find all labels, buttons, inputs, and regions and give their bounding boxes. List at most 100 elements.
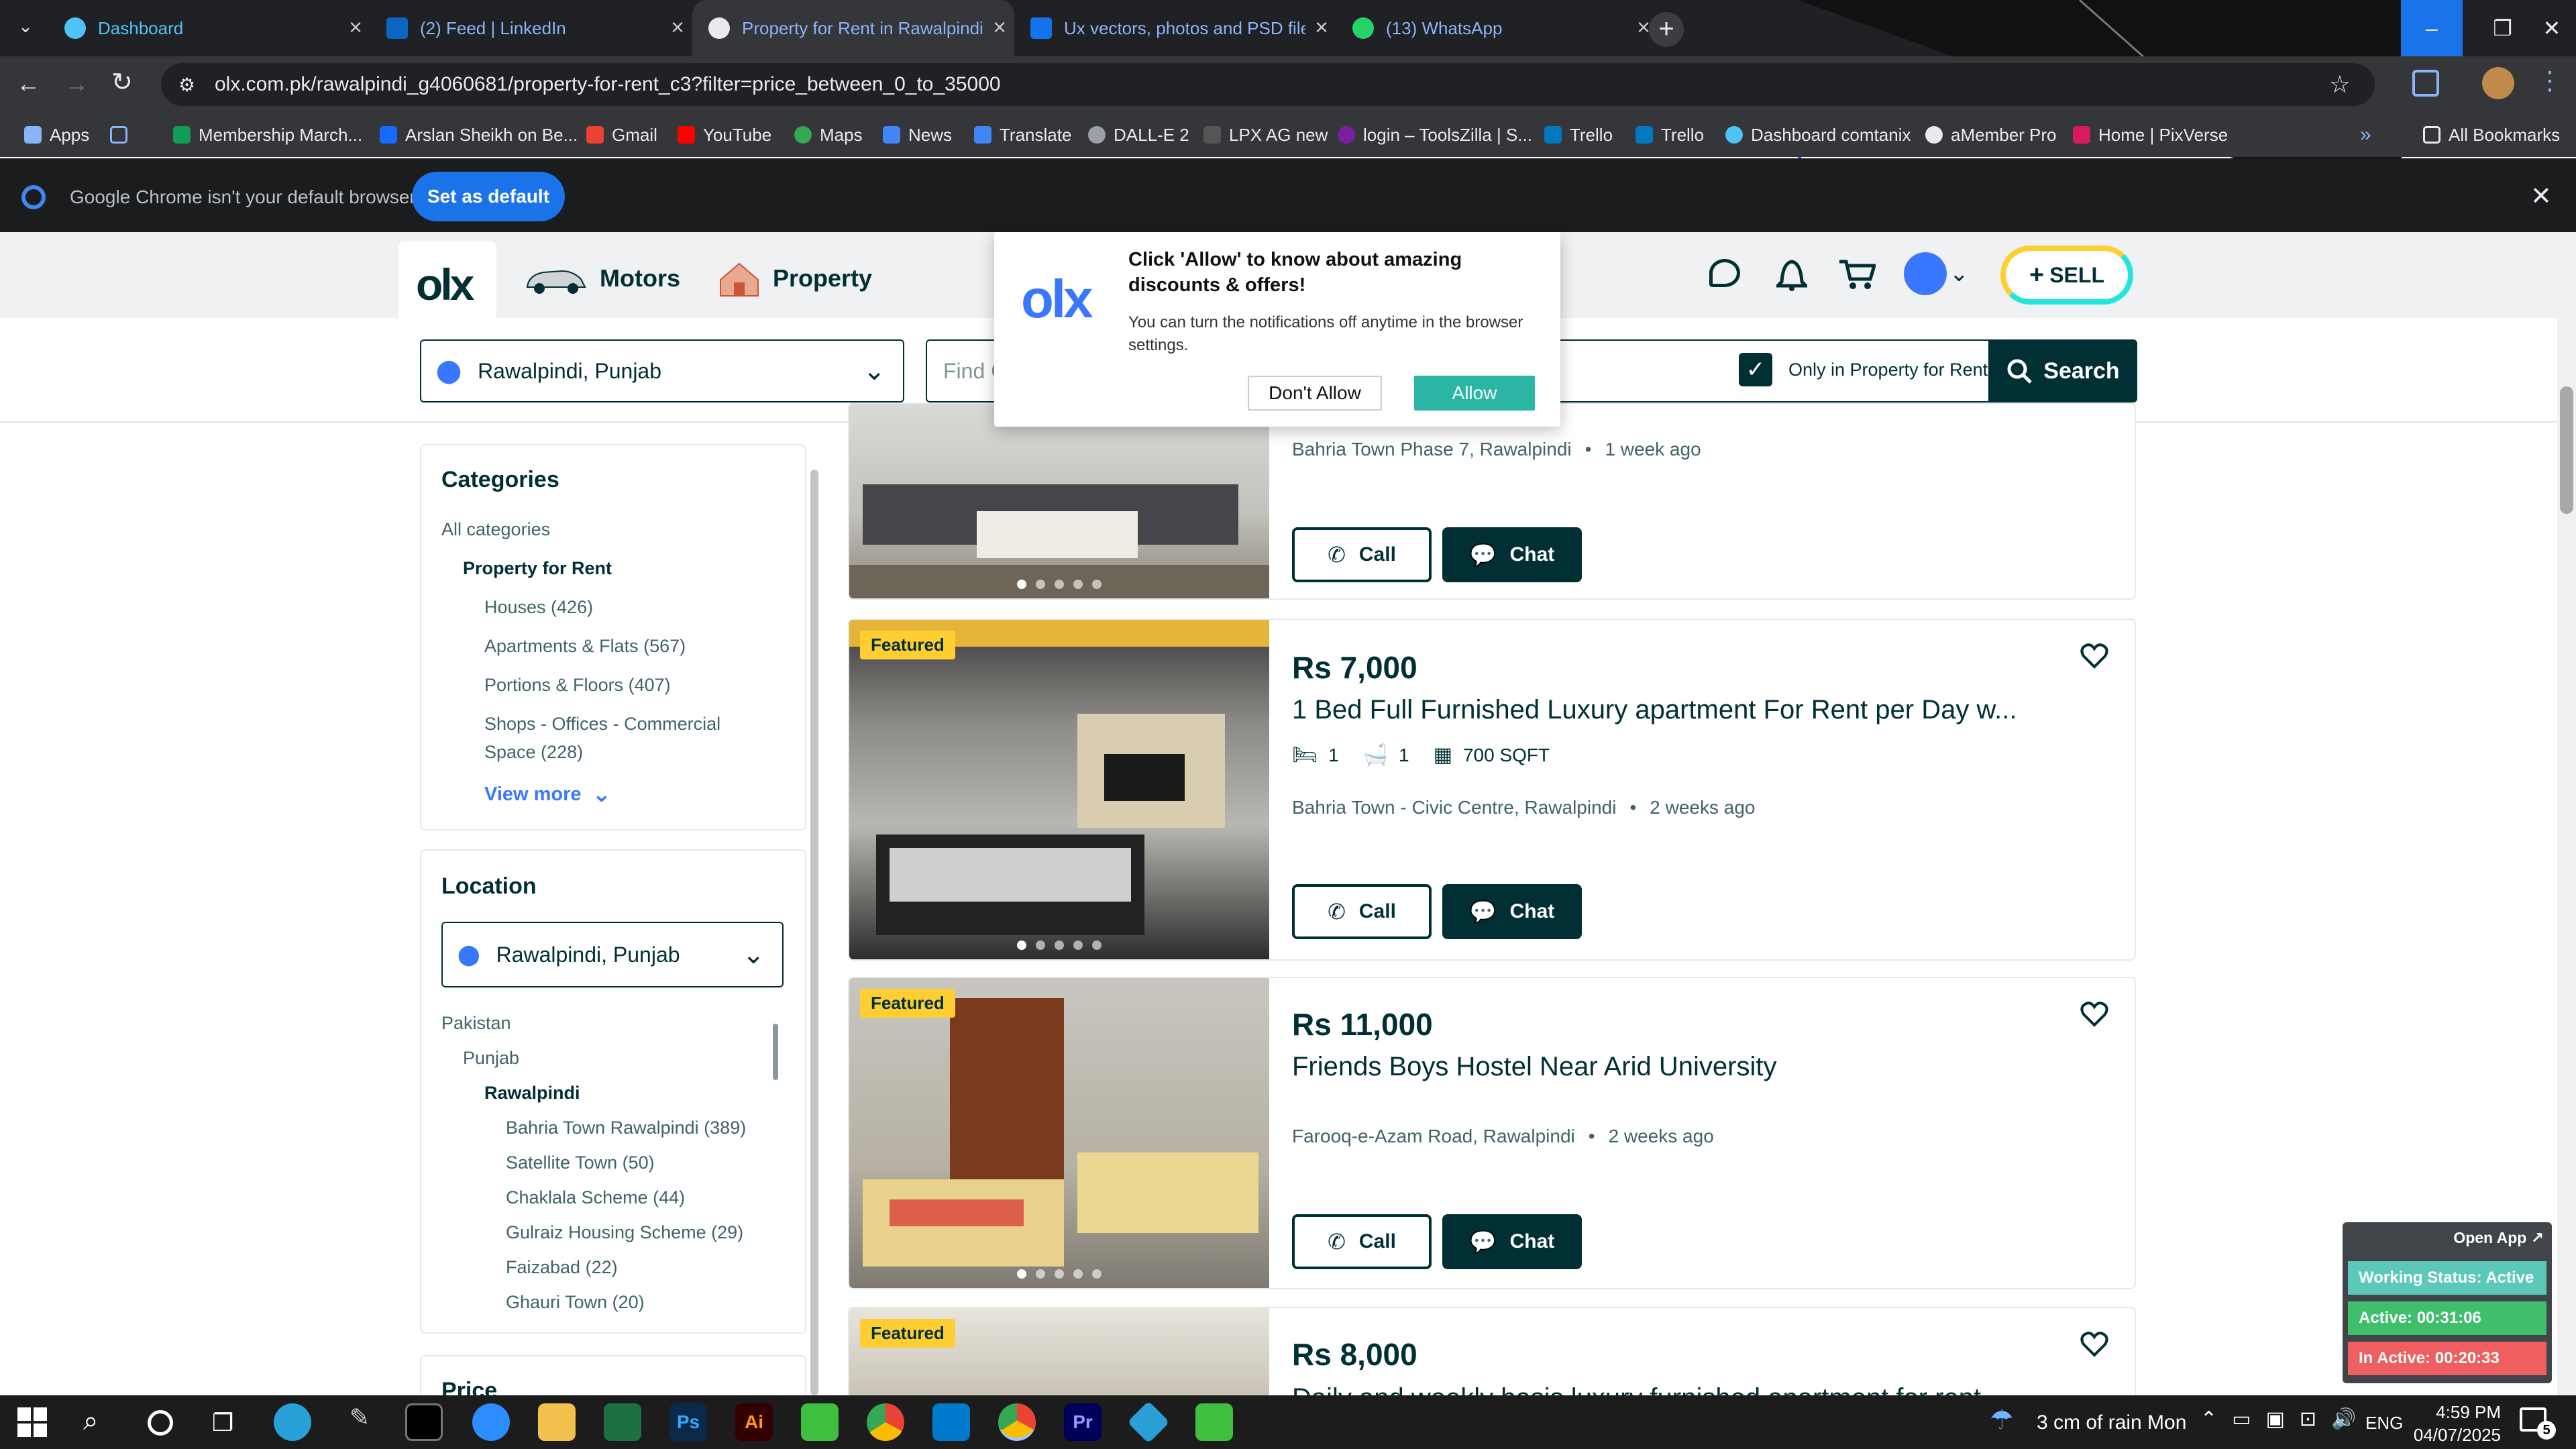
carousel-dots[interactable] [1017, 580, 1102, 589]
listing-photo[interactable] [849, 404, 1269, 598]
infobar-close-icon[interactable]: ✕ [2530, 181, 2552, 211]
terminal-icon[interactable] [405, 1403, 443, 1441]
dont-allow-button[interactable]: Don't Allow [1248, 376, 1382, 411]
site-info-icon[interactable]: ⚙ [178, 74, 195, 96]
area-item[interactable]: Bahria Town Rawalpindi (389) [506, 1118, 746, 1138]
category-portions[interactable]: Portions & Floors (407) [484, 675, 671, 696]
user-avatar[interactable] [1904, 252, 1947, 295]
weather-text[interactable]: 3 cm of rain Mon [2037, 1411, 2186, 1434]
excel-icon[interactable] [604, 1403, 641, 1441]
illustrator-icon[interactable]: Ai [735, 1403, 773, 1441]
chrome-taskbar-icon[interactable] [867, 1403, 904, 1441]
bookmark-trello-2[interactable]: Trello [1635, 113, 1704, 157]
property-nav-item[interactable]: Property [718, 255, 872, 302]
listing-card[interactable]: Bahria Town Phase 7, Rawalpindi • 1 week a… [848, 402, 2136, 600]
all-categories-link[interactable]: All categories [441, 519, 550, 540]
notifications-bell-icon[interactable] [1776, 256, 1807, 291]
chevron-down-icon[interactable]: ⌄ [1949, 260, 1969, 287]
reload-button[interactable]: ↻ [111, 67, 133, 97]
bookmark-maps[interactable]: Maps [794, 113, 863, 157]
close-icon[interactable]: × [1315, 15, 1328, 41]
green-app-icon[interactable] [801, 1403, 839, 1441]
bookmark-toolszilla[interactable]: login – ToolsZilla | S... [1338, 113, 1532, 157]
new-tab-button[interactable]: + [1649, 12, 1684, 47]
call-button[interactable]: ✆ Call [1292, 1214, 1432, 1269]
close-icon[interactable]: × [1637, 15, 1650, 41]
location-select[interactable]: ⬤ Rawalpindi, Punjab ⌄ [420, 339, 904, 402]
vscode-icon[interactable] [932, 1403, 970, 1441]
tree-rawalpindi[interactable]: Rawalpindi [484, 1083, 580, 1104]
display-icon[interactable]: ▣ [2266, 1407, 2285, 1431]
bookmark-apps[interactable]: Apps [24, 113, 89, 157]
area-item[interactable]: Faizabad (22) [506, 1257, 618, 1278]
tree-pakistan[interactable]: Pakistan [441, 1013, 511, 1034]
favorite-heart-icon[interactable] [2080, 1001, 2109, 1028]
network-icon[interactable]: ⊡ [2300, 1407, 2316, 1431]
area-item[interactable]: Gulraiz Housing Scheme (29) [506, 1222, 743, 1243]
listing-title[interactable]: 1 Bed Full Furnished Luxury apartment Fo… [1292, 695, 2017, 725]
bookmark-gmail[interactable]: Gmail [586, 113, 657, 157]
more-bookmarks-icon[interactable]: » [2360, 113, 2371, 157]
view-more-button[interactable]: View more ⌄ [484, 781, 611, 808]
chrome-menu-icon[interactable]: ⋮ [2537, 66, 2563, 96]
clock-date[interactable]: 04/07/2025 [2412, 1425, 2501, 1446]
cortana-icon[interactable] [148, 1410, 173, 1436]
file-explorer-icon[interactable] [538, 1403, 576, 1441]
sidebar-scrollbar-thumb[interactable] [810, 470, 818, 1395]
listing-title[interactable]: Friends Boys Hostel Near Arid University [1292, 1052, 1776, 1082]
close-icon[interactable]: × [993, 15, 1006, 41]
volume-icon[interactable]: 🔊 [2331, 1407, 2356, 1431]
favorite-heart-icon[interactable] [2080, 1331, 2109, 1358]
meet-now-icon[interactable]: ▭ [2232, 1407, 2251, 1431]
restore-button[interactable]: ❐ [2493, 15, 2512, 41]
edge-icon[interactable] [274, 1403, 311, 1441]
tab-dashboard[interactable]: Dashboard × [48, 0, 370, 56]
listing-photo[interactable]: Featured [849, 620, 1269, 959]
start-windows-icon[interactable] [17, 1407, 47, 1437]
clock-time[interactable]: 4:59 PM [2428, 1402, 2501, 1423]
tree-scrollbar-thumb[interactable] [773, 1024, 778, 1080]
motors-nav-item[interactable]: Motors [523, 255, 680, 302]
area-item[interactable]: Chaklala Scheme (44) [506, 1187, 685, 1208]
carousel-dots[interactable] [1017, 1269, 1102, 1279]
category-apartments[interactable]: Apartments & Flats (567) [484, 636, 686, 657]
chat-button[interactable]: 💬 Chat [1442, 884, 1582, 939]
tree-punjab[interactable]: Punjab [463, 1048, 519, 1069]
bookmark-lpx[interactable]: LPX AG new [1203, 113, 1328, 157]
bookmark-membership[interactable]: Membership March... [173, 113, 362, 157]
system-tray[interactable]: ⌃ ▭ ▣ ⊡ 🔊 [2200, 1407, 2356, 1431]
tab-olx-property[interactable]: Property for Rent in Rawalpindi × [692, 0, 1014, 56]
allow-button[interactable]: Allow [1414, 376, 1535, 411]
task-view-icon[interactable]: ❐ [212, 1409, 233, 1437]
green-app-2-icon[interactable] [1195, 1403, 1233, 1441]
open-app-button[interactable]: Open App ↗ [2453, 1229, 2544, 1247]
favorite-heart-icon[interactable] [2080, 643, 2109, 669]
bookmark-star-icon[interactable]: ☆ [2329, 70, 2351, 99]
bookmark-pixverse[interactable]: Home | PixVerse [2073, 113, 2228, 157]
sell-button[interactable]: + SELL [2000, 246, 2133, 305]
bookmark-youtube[interactable]: YouTube [678, 113, 771, 157]
bookmark-translate[interactable]: Translate [974, 113, 1071, 157]
listing-photo[interactable]: Featured [849, 978, 1269, 1288]
premiere-icon[interactable]: Pr [1064, 1403, 1102, 1441]
close-icon[interactable]: × [671, 15, 684, 41]
area-item[interactable]: Ghauri Town (20) [506, 1292, 645, 1313]
profile-avatar[interactable] [2482, 67, 2514, 99]
forward-button[interactable]: → [64, 70, 89, 98]
address-bar[interactable]: ⚙ olx.com.pk/rawalpindi_g4060681/propert… [161, 63, 2375, 106]
carousel-dots[interactable] [1017, 941, 1102, 950]
chrome-active-taskbar-icon[interactable] [998, 1403, 1036, 1441]
chat-button[interactable]: 💬 Chat [1442, 1214, 1582, 1269]
call-button[interactable]: ✆ Call [1292, 527, 1432, 582]
listing-photo[interactable]: Featured [849, 1308, 1269, 1395]
tab-freepik[interactable]: Ux vectors, photos and PSD file × [1014, 0, 1336, 56]
set-as-default-button[interactable]: Set as default [412, 172, 565, 221]
tab-search-button[interactable]: ⌄ [13, 16, 38, 40]
current-category[interactable]: Property for Rent [463, 558, 612, 579]
bookmark-grid[interactable] [110, 113, 136, 157]
bookmark-trello-1[interactable]: Trello [1544, 113, 1613, 157]
olx-logo[interactable]: olx [416, 259, 474, 310]
page-scrollbar-thumb[interactable] [2560, 386, 2573, 514]
back-button[interactable]: ← [16, 70, 40, 98]
category-shops-cont[interactable]: Space (228) [484, 742, 583, 763]
